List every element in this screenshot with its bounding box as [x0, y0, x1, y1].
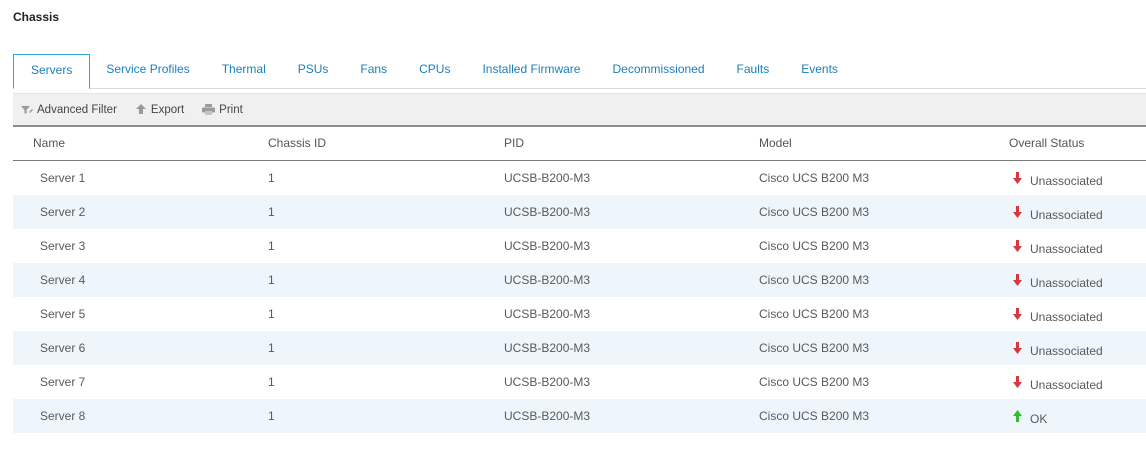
cell-model: Cisco UCS B200 M3 [759, 341, 870, 355]
cell-chassis-id: 1 [268, 171, 275, 185]
cell-overall-status: Unassociated [1009, 171, 1146, 188]
table-row[interactable]: Server 5 1 UCSB-B200-M3 Cisco UCS B200 M3 Un… [13, 297, 1146, 331]
cell-name: Server 8 [40, 409, 86, 423]
cell-overall-status: Unassociated [1009, 375, 1146, 392]
tab-cpus[interactable]: CPUs [403, 54, 466, 87]
cell-name: Server 6 [40, 341, 86, 355]
tab-service-profiles[interactable]: Service Profiles [90, 54, 205, 87]
cell-overall-status: OK [1009, 409, 1146, 426]
print-label: Print [219, 103, 243, 116]
table-row[interactable]: Server 3 1 UCSB-B200-M3 Cisco UCS B200 M3 Un… [13, 229, 1146, 263]
print-button[interactable]: Print [202, 104, 243, 116]
arrow-down-icon [1013, 240, 1022, 252]
status-text: Unassociated [1030, 276, 1103, 290]
servers-table: Name Chassis ID PID Model Overall Status… [13, 126, 1146, 433]
tab-fans[interactable]: Fans [344, 54, 403, 87]
status-text: OK [1030, 412, 1048, 426]
cell-chassis-id: 1 [268, 273, 275, 287]
arrow-down-icon [1013, 342, 1022, 354]
table-row[interactable]: Server 4 1 UCSB-B200-M3 Cisco UCS B200 M3 Un… [13, 263, 1146, 297]
table-row[interactable]: Server 7 1 UCSB-B200-M3 Cisco UCS B200 M3 Un… [13, 365, 1146, 399]
status-text: Unassociated [1030, 310, 1103, 324]
tab-events[interactable]: Events [785, 54, 854, 87]
cell-model: Cisco UCS B200 M3 [759, 205, 870, 219]
advanced-filter-button[interactable]: Advanced Filter [21, 104, 117, 116]
cell-overall-status: Unassociated [1009, 307, 1146, 324]
cell-chassis-id: 1 [268, 409, 275, 423]
arrow-down-icon [1013, 206, 1022, 218]
export-icon [135, 104, 146, 114]
arrow-down-icon [1013, 172, 1022, 184]
cell-pid: UCSB-B200-M3 [504, 341, 591, 355]
cell-pid: UCSB-B200-M3 [504, 307, 591, 321]
cell-model: Cisco UCS B200 M3 [759, 171, 870, 185]
column-header-model[interactable]: Model [759, 136, 1009, 150]
table-body: Server 1 1 UCSB-B200-M3 Cisco UCS B200 M3 Un… [13, 161, 1146, 433]
column-header-name[interactable]: Name [13, 136, 268, 150]
filter-icon [21, 105, 33, 114]
cell-overall-status: Unassociated [1009, 273, 1146, 290]
status-text: Unassociated [1030, 208, 1103, 222]
cell-pid: UCSB-B200-M3 [504, 239, 591, 253]
cell-model: Cisco UCS B200 M3 [759, 409, 870, 423]
tab-faults[interactable]: Faults [721, 54, 786, 87]
cell-chassis-id: 1 [268, 205, 275, 219]
tab-decommissioned[interactable]: Decommissioned [596, 54, 720, 87]
tab-installed-firmware[interactable]: Installed Firmware [466, 54, 596, 87]
cell-overall-status: Unassociated [1009, 239, 1146, 256]
cell-chassis-id: 1 [268, 375, 275, 389]
column-header-pid[interactable]: PID [504, 136, 759, 150]
cell-pid: UCSB-B200-M3 [504, 205, 591, 219]
export-button[interactable]: Export [135, 104, 184, 116]
tab-psus[interactable]: PSUs [282, 54, 345, 87]
tab-servers[interactable]: Servers [13, 54, 91, 89]
column-header-chassis-id[interactable]: Chassis ID [268, 136, 504, 150]
table-row[interactable]: Server 8 1 UCSB-B200-M3 Cisco UCS B200 M3 OK [13, 399, 1146, 433]
status-text: Unassociated [1030, 242, 1103, 256]
arrow-down-icon [1013, 274, 1022, 286]
cell-pid: UCSB-B200-M3 [504, 273, 591, 287]
table-row[interactable]: Server 6 1 UCSB-B200-M3 Cisco UCS B200 M3 Un… [13, 331, 1146, 365]
tab-thermal[interactable]: Thermal [206, 54, 282, 87]
cell-overall-status: Unassociated [1009, 205, 1146, 222]
cell-pid: UCSB-B200-M3 [504, 171, 591, 185]
cell-name: Server 1 [40, 171, 86, 185]
cell-name: Server 7 [40, 375, 86, 389]
cell-model: Cisco UCS B200 M3 [759, 239, 870, 253]
print-icon [202, 104, 216, 115]
status-text: Unassociated [1030, 174, 1103, 188]
arrow-down-icon [1013, 376, 1022, 388]
cell-chassis-id: 1 [268, 239, 275, 253]
status-text: Unassociated [1030, 378, 1103, 392]
table-row[interactable]: Server 2 1 UCSB-B200-M3 Cisco UCS B200 M3 Un… [13, 195, 1146, 229]
arrow-up-icon [1013, 410, 1022, 422]
cell-overall-status: Unassociated [1009, 341, 1146, 358]
cell-chassis-id: 1 [268, 341, 275, 355]
cell-pid: UCSB-B200-M3 [504, 375, 591, 389]
status-text: Unassociated [1030, 344, 1103, 358]
cell-name: Server 4 [40, 273, 86, 287]
cell-model: Cisco UCS B200 M3 [759, 273, 870, 287]
cell-name: Server 2 [40, 205, 86, 219]
cell-pid: UCSB-B200-M3 [504, 409, 591, 423]
export-label: Export [150, 103, 185, 116]
chassis-page: Chassis Servers Service Profiles Thermal… [0, 0, 1146, 451]
advanced-filter-label: Advanced Filter [37, 103, 117, 116]
cell-name: Server 5 [40, 307, 86, 321]
page-title: Chassis [13, 10, 60, 24]
table-toolbar: Advanced Filter Export Print [13, 93, 1146, 127]
arrow-down-icon [1013, 308, 1022, 320]
tab-bar: Servers Service Profiles Thermal PSUs Fa… [13, 54, 1146, 89]
table-row[interactable]: Server 1 1 UCSB-B200-M3 Cisco UCS B200 M3 Un… [13, 161, 1146, 195]
column-header-overall-status[interactable]: Overall Status [1009, 136, 1146, 150]
cell-name: Server 3 [40, 239, 86, 253]
table-header: Name Chassis ID PID Model Overall Status [13, 126, 1146, 161]
cell-model: Cisco UCS B200 M3 [759, 375, 870, 389]
cell-chassis-id: 1 [268, 307, 275, 321]
cell-model: Cisco UCS B200 M3 [759, 307, 870, 321]
